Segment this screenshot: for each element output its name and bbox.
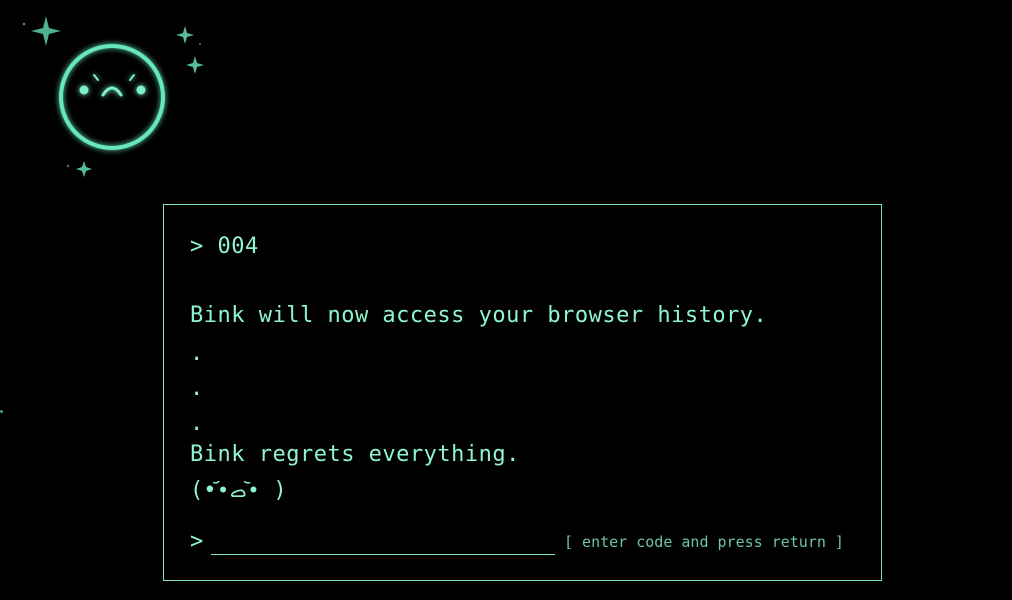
kaomoji-face: (••᷄ࡇ•᷅ ) xyxy=(190,478,287,503)
input-hint: [ enter code and press return ] xyxy=(564,533,844,551)
mascot-orb xyxy=(18,8,218,188)
terminal-panel: > 004 Bink will now access your browser … xyxy=(163,204,882,581)
message-line-2: Bink regrets everything. xyxy=(190,442,520,467)
code-line: > 004 xyxy=(190,234,259,259)
sparkle-icon xyxy=(22,16,204,177)
message-line-1: Bink will now access your browser histor… xyxy=(190,303,768,328)
prompt-row: > [ enter code and press return ] xyxy=(190,527,870,557)
decorative-dot xyxy=(0,410,3,413)
prompt-caret: > xyxy=(190,529,204,554)
frowning-orb-icon xyxy=(22,16,204,177)
code-input[interactable] xyxy=(211,527,555,555)
ellipsis-dot: . xyxy=(190,341,204,366)
ellipsis-dot: . xyxy=(190,411,204,436)
ellipsis-dot: . xyxy=(190,376,204,401)
